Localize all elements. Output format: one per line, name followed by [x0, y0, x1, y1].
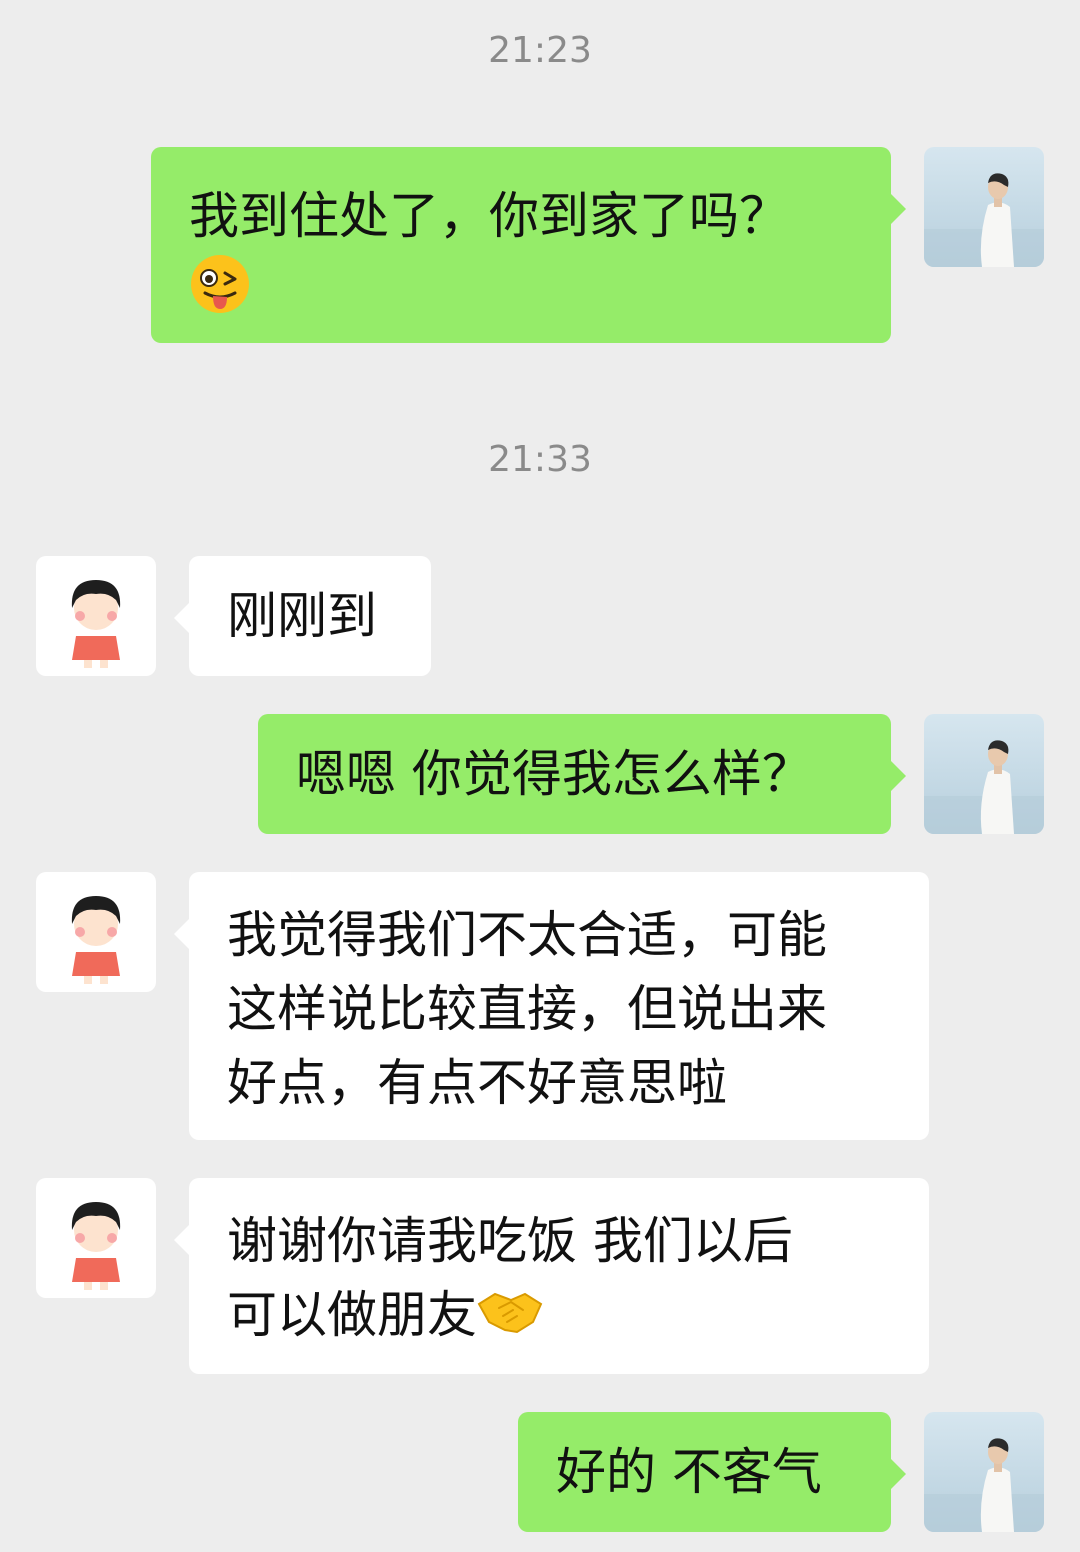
- message-bubble-incoming[interactable]: 刚刚到: [174, 556, 431, 676]
- message-text: 好点，有点不好意思啦: [227, 1054, 727, 1112]
- man-profile-icon: [924, 173, 1044, 267]
- message-bubble-incoming[interactable]: 我觉得我们不太合适，可能 这样说比较直接，但说出来 好点，有点不好意思啦: [174, 872, 929, 1140]
- message-text: 我觉得我们不太合适，可能: [227, 906, 827, 964]
- friend-avatar[interactable]: [36, 556, 156, 676]
- my-avatar[interactable]: [924, 714, 1044, 834]
- message-text: 嗯嗯 你觉得我怎么样？: [296, 745, 812, 803]
- message-text: 可以做朋友: [227, 1286, 477, 1344]
- message-bubble-outgoing[interactable]: 好的 不客气: [518, 1412, 906, 1532]
- my-avatar[interactable]: [924, 1412, 1044, 1532]
- timestamp: 21:33: [488, 439, 592, 480]
- handshake-emoji: [477, 1282, 543, 1356]
- winking-tongue-emoji: [189, 253, 251, 335]
- message-bubble-outgoing[interactable]: 我到住处了，你到家了吗？: [151, 147, 906, 343]
- message-text: 谢谢你请我吃饭 我们以后: [227, 1212, 793, 1270]
- friend-avatar[interactable]: [36, 872, 156, 992]
- timestamp: 21:23: [488, 30, 592, 71]
- man-profile-icon: [924, 1438, 1044, 1532]
- girl-cartoon-icon: [71, 1202, 121, 1290]
- girl-cartoon-icon: [71, 580, 121, 668]
- message-bubble-outgoing[interactable]: 嗯嗯 你觉得我怎么样？: [258, 714, 906, 834]
- message-text: 刚刚到: [227, 587, 377, 645]
- message-text: 这样说比较直接，但说出来: [227, 980, 827, 1038]
- man-profile-icon: [924, 740, 1044, 834]
- message-text: 我到住处了，你到家了吗？: [189, 187, 789, 245]
- message-text: 好的 不客气: [556, 1443, 822, 1501]
- friend-avatar[interactable]: [36, 1178, 156, 1298]
- my-avatar[interactable]: [924, 147, 1044, 267]
- girl-cartoon-icon: [71, 896, 121, 984]
- message-bubble-incoming[interactable]: 谢谢你请我吃饭 我们以后 可以做朋友: [174, 1178, 929, 1374]
